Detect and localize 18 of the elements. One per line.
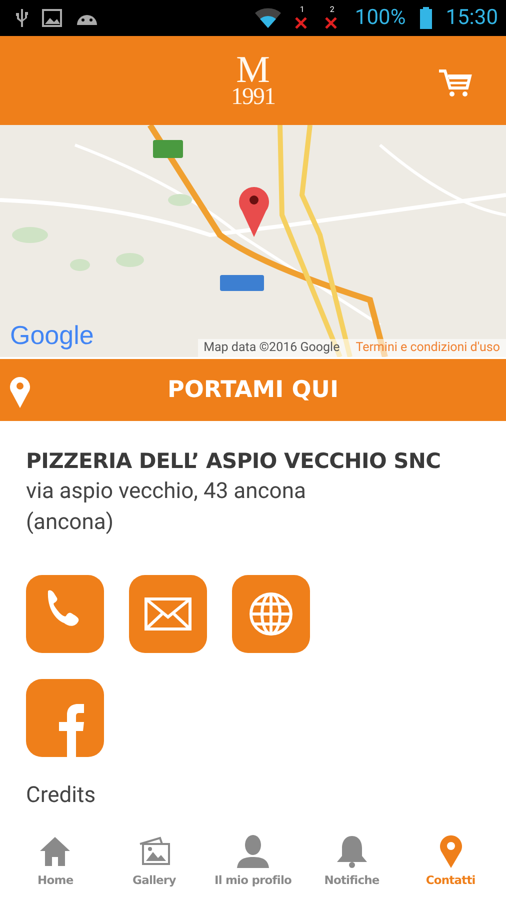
business-name: PIZZERIA DELL’ ASPIO VECCHIO SNC	[26, 449, 442, 473]
clock: 15:30	[446, 6, 498, 30]
nav-tab[interactable]: Contatti	[402, 820, 499, 900]
nav-tab[interactable]: Gallery	[106, 820, 202, 900]
battery-level: 100%	[354, 6, 406, 30]
directions-button[interactable]: PORTAMI QUI	[0, 359, 506, 421]
logo-letter: M	[236, 52, 270, 87]
terms-link[interactable]: Termini e condizioni d'uso	[356, 340, 500, 355]
sim-number: 2	[330, 5, 334, 14]
nav-tab[interactable]: Home	[7, 820, 104, 900]
sim-number: 1	[300, 5, 304, 14]
credits-link[interactable]: Credits	[26, 783, 96, 808]
nav-tab[interactable]: Notifiche	[304, 820, 400, 900]
google-logo: Google	[10, 320, 94, 350]
nav-tab[interactable]: Il mio profilo	[204, 820, 301, 900]
business-address: via aspio vecchio, 43 ancona (ancona)	[26, 478, 307, 537]
logo-year: 1991	[231, 86, 275, 108]
map-attribution: Map data ©2016 Google	[204, 340, 340, 355]
